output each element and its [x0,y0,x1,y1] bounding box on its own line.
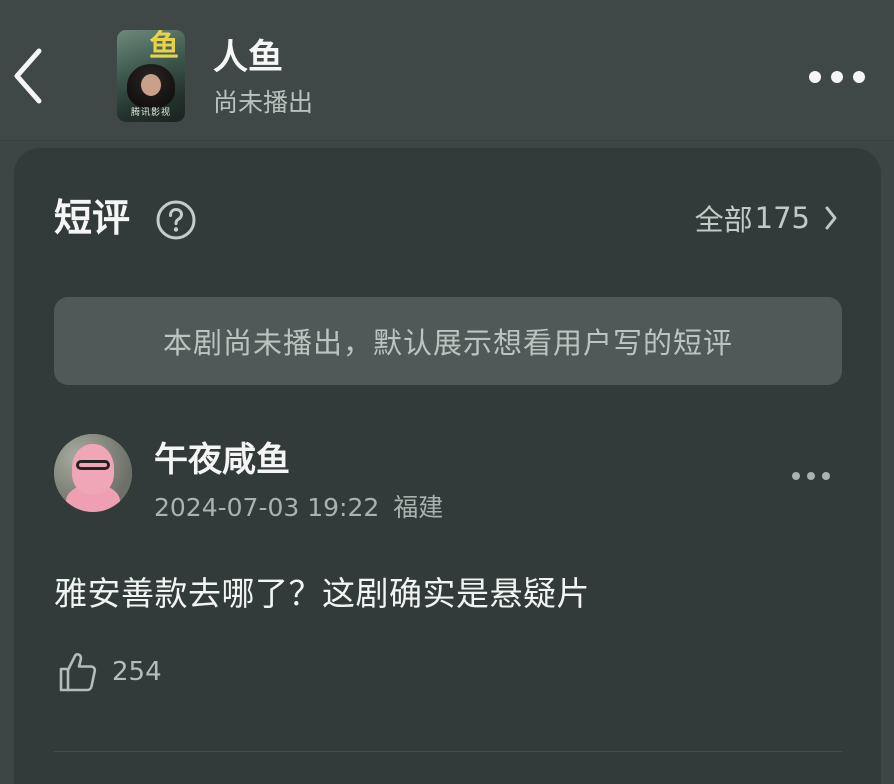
comment-meta: 2024-07-03 19:22 福建 [154,492,443,524]
more-options-button[interactable] [804,60,870,94]
review-page: 鱼 腾讯影视 人鱼 尚未播出 短评 全部 175 本剧尚未播出，默认展示想看用户… [0,0,894,784]
poster-face [141,74,161,96]
top-bar: 鱼 腾讯影视 人鱼 尚未播出 [0,0,894,141]
drama-poster[interactable]: 鱼 腾讯影视 [117,30,185,122]
not-aired-notice: 本剧尚未播出，默认展示想看用户写的短评 [54,297,842,385]
review-count: 175 [754,201,810,235]
all-label: 全部 [694,203,753,237]
drama-status: 尚未播出 [213,88,314,117]
like-count: 254 [112,657,162,687]
poster-caption: 腾讯影视 [130,108,171,118]
comment-location: 福建 [393,493,444,522]
poster-title-glyph: 鱼 [149,30,179,64]
thumbs-up-icon [59,653,97,692]
comment-datetime: 2024-07-03 19:22 [154,493,380,522]
avatar[interactable] [54,434,132,512]
username[interactable]: 午夜咸鱼 [154,438,290,482]
comment-more-button[interactable] [790,464,832,488]
section-title: 短评 [54,196,131,240]
drama-title: 人鱼 [213,38,284,78]
divider [54,751,842,752]
comment-text: 雅安善款去哪了？这剧确实是悬疑片 [54,574,590,613]
notice-text: 本剧尚未播出，默认展示想看用户写的短评 [162,326,733,360]
back-button[interactable] [6,44,52,108]
all-reviews-link[interactable]: 全部 175 [695,198,838,238]
chevron-right-icon [825,206,837,230]
back-arrow-icon [14,48,42,104]
like-button[interactable]: 254 [58,648,162,696]
short-reviews-card: 短评 全部 175 本剧尚未播出，默认展示想看用户写的短评 午夜咸鱼 2024-… [14,148,881,784]
question-circle-icon[interactable] [155,199,197,241]
